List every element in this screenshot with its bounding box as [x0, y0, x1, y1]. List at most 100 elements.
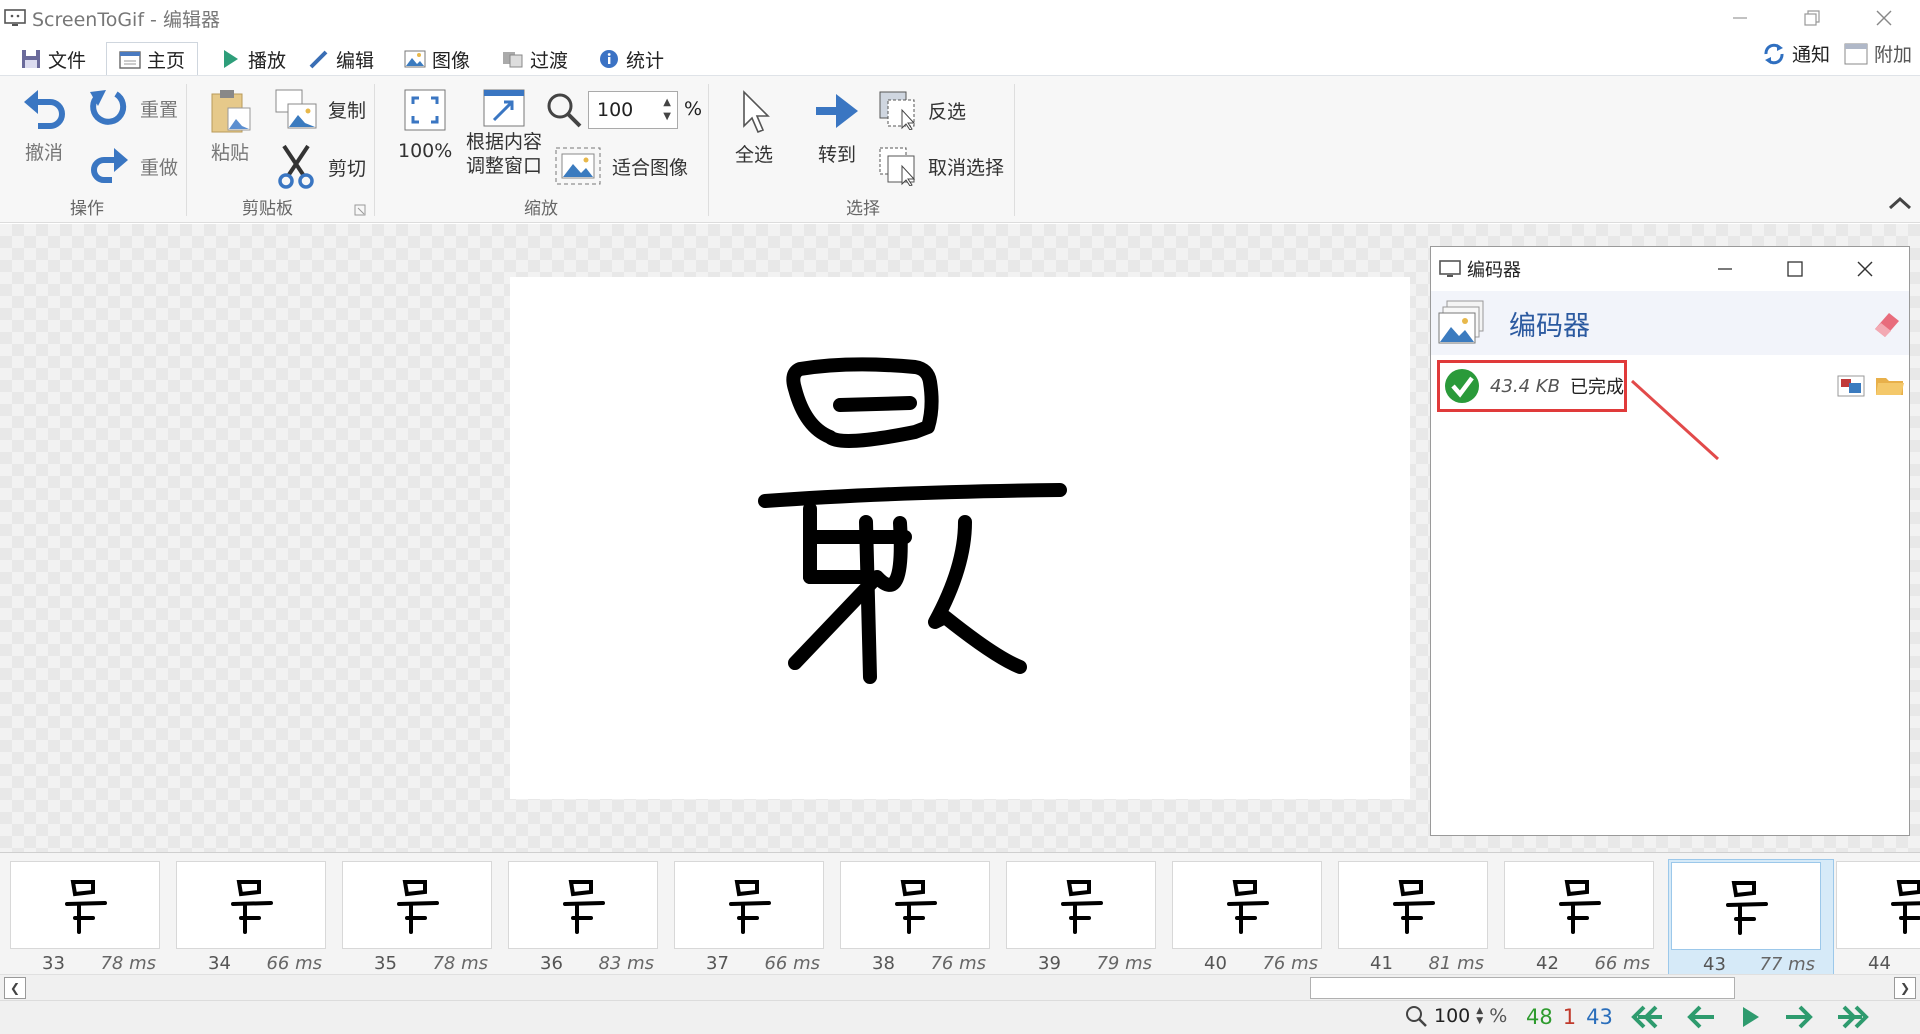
tab-file[interactable]: 文件	[20, 42, 86, 76]
encoder-maximize-button[interactable]	[1761, 247, 1829, 291]
timeline-frame[interactable]: 40 76 ms	[1170, 859, 1336, 975]
scroll-right-button[interactable]: ❯	[1894, 977, 1916, 999]
frame-thumbnail-drawing	[231, 880, 273, 934]
zoom-unit: %	[684, 98, 703, 120]
annotation-line	[1630, 379, 1720, 461]
paste-button[interactable]: 粘贴	[208, 88, 252, 165]
invert-selection-icon	[879, 91, 916, 130]
zoom-input[interactable]: 100 ▲ ▼	[588, 91, 678, 129]
invert-label: 反选	[928, 100, 967, 123]
fit-image-button[interactable]: 适合图像	[554, 146, 688, 186]
minimize-button[interactable]	[1704, 0, 1776, 36]
timeline-frame[interactable]: 42 66 ms	[1502, 859, 1668, 975]
timeline-frame[interactable]: 37 66 ms	[672, 859, 838, 975]
frame-thumbnail-drawing	[1559, 880, 1601, 934]
zoom-100-button[interactable]: 100%	[398, 88, 452, 162]
open-folder-icon[interactable]	[1875, 373, 1905, 397]
frame-preview[interactable]	[510, 277, 1410, 799]
tab-play[interactable]: 播放	[220, 42, 286, 76]
zoom-stepper[interactable]: ▲ ▼	[663, 96, 671, 124]
maximize-icon	[1787, 261, 1803, 277]
deselect-button[interactable]: 取消选择	[878, 146, 1004, 186]
undo-button[interactable]: 撤消	[20, 86, 68, 165]
frame-thumbnail	[1338, 861, 1488, 949]
encoder-title-bar: 编码器	[1431, 247, 1909, 291]
timeline-frame[interactable]: 33 78 ms	[8, 859, 174, 975]
frame-thumbnail-drawing	[1726, 881, 1768, 935]
previous-frame-icon[interactable]	[1686, 1005, 1716, 1029]
select-all-button[interactable]: 全选	[734, 88, 774, 167]
timeline-frame[interactable]: 41 81 ms	[1336, 859, 1502, 975]
extras-label: 附加	[1873, 44, 1912, 66]
status-zoom-stepper[interactable]: ▲ ▼	[1476, 1006, 1483, 1026]
frame-delay: 66 ms	[1594, 953, 1650, 974]
frame-number: 44	[1868, 953, 1891, 974]
dialog-launcher-icon[interactable]	[354, 204, 366, 216]
notify-button[interactable]: 通知	[1762, 40, 1830, 67]
fit-image-icon	[555, 147, 601, 185]
tab-image[interactable]: 图像	[404, 42, 470, 76]
timeline-frame[interactable]: 34 66 ms	[174, 859, 340, 975]
encoder-minimize-button[interactable]	[1691, 247, 1759, 291]
timeline-frame[interactable]: 36 83 ms	[506, 859, 672, 975]
frame-delay: 83 ms	[598, 953, 654, 974]
eraser-icon[interactable]	[1871, 309, 1901, 339]
group-label-select: 选择	[846, 199, 880, 219]
copy-icon	[275, 89, 317, 129]
redo-button[interactable]: 重做	[86, 144, 178, 188]
scroll-left-button[interactable]: ❮	[4, 977, 26, 999]
zoom-value: 100	[597, 99, 634, 121]
copy-label: 复制	[328, 99, 367, 122]
status-current-frame: 43	[1586, 1005, 1613, 1029]
app-icon	[4, 9, 26, 26]
timeline-frame[interactable]: 38 76 ms	[838, 859, 1004, 975]
timeline-frame[interactable]: 43 77 ms	[1668, 859, 1834, 975]
close-button[interactable]	[1848, 0, 1920, 36]
frame-thumbnail	[1671, 862, 1821, 950]
timeline-frame[interactable]: 44	[1834, 859, 1920, 975]
frame-number: 37	[706, 953, 729, 974]
redo-label: 重做	[140, 156, 179, 179]
frame-thumbnail	[1836, 861, 1920, 949]
goto-button[interactable]: 转到	[814, 88, 860, 167]
tab-statistics[interactable]: 统计	[598, 42, 664, 76]
status-zoom-value[interactable]: 100	[1434, 1005, 1470, 1027]
frame-delay: 66 ms	[764, 953, 820, 974]
tab-edit[interactable]: 编辑	[308, 42, 374, 76]
last-frame-icon[interactable]	[1836, 1005, 1872, 1029]
timeline-frame[interactable]: 39 79 ms	[1004, 859, 1170, 975]
tab-transition[interactable]: 过渡	[502, 42, 568, 76]
frame-number: 42	[1536, 953, 1559, 974]
scroll-thumb[interactable]	[1310, 977, 1735, 999]
frame-number: 35	[374, 953, 397, 974]
timeline-scrollbar[interactable]: ❮ ❯	[0, 974, 1920, 1000]
next-frame-icon[interactable]	[1784, 1005, 1814, 1029]
reset-button[interactable]: 重置	[86, 86, 178, 130]
cut-button[interactable]: 剪切	[276, 144, 366, 190]
open-file-icon[interactable]	[1837, 373, 1867, 397]
copy-button[interactable]: 复制	[274, 88, 366, 130]
play-icon[interactable]	[1738, 1005, 1762, 1029]
goto-label: 转到	[817, 144, 856, 166]
encoder-images-icon	[1438, 300, 1484, 344]
minimize-icon	[1733, 17, 1747, 19]
encoder-close-button[interactable]	[1831, 247, 1899, 291]
frame-thumbnail	[1006, 861, 1156, 949]
timeline-frame[interactable]: 35 78 ms	[340, 859, 506, 975]
restore-button[interactable]	[1776, 0, 1848, 36]
invert-selection-button[interactable]: 反选	[878, 90, 966, 130]
encoder-item[interactable]: 43.4 KB 已完成	[1437, 360, 1627, 412]
arrow-right-icon	[816, 94, 858, 128]
tab-label: 图像	[432, 49, 471, 72]
restore-icon	[1804, 10, 1820, 26]
first-frame-icon[interactable]	[1628, 1005, 1664, 1029]
tab-label: 文件	[48, 49, 87, 72]
image-icon	[404, 50, 426, 68]
extras-button[interactable]: 附加	[1844, 40, 1912, 67]
redo-icon	[91, 148, 128, 183]
collapse-ribbon-icon[interactable]	[1888, 196, 1912, 210]
tab-home[interactable]: 主页	[106, 42, 199, 76]
fit-window-button[interactable]: 根据内容 调整窗口	[466, 88, 542, 178]
magnifier-icon	[1406, 1006, 1427, 1027]
close-icon	[1857, 261, 1873, 277]
